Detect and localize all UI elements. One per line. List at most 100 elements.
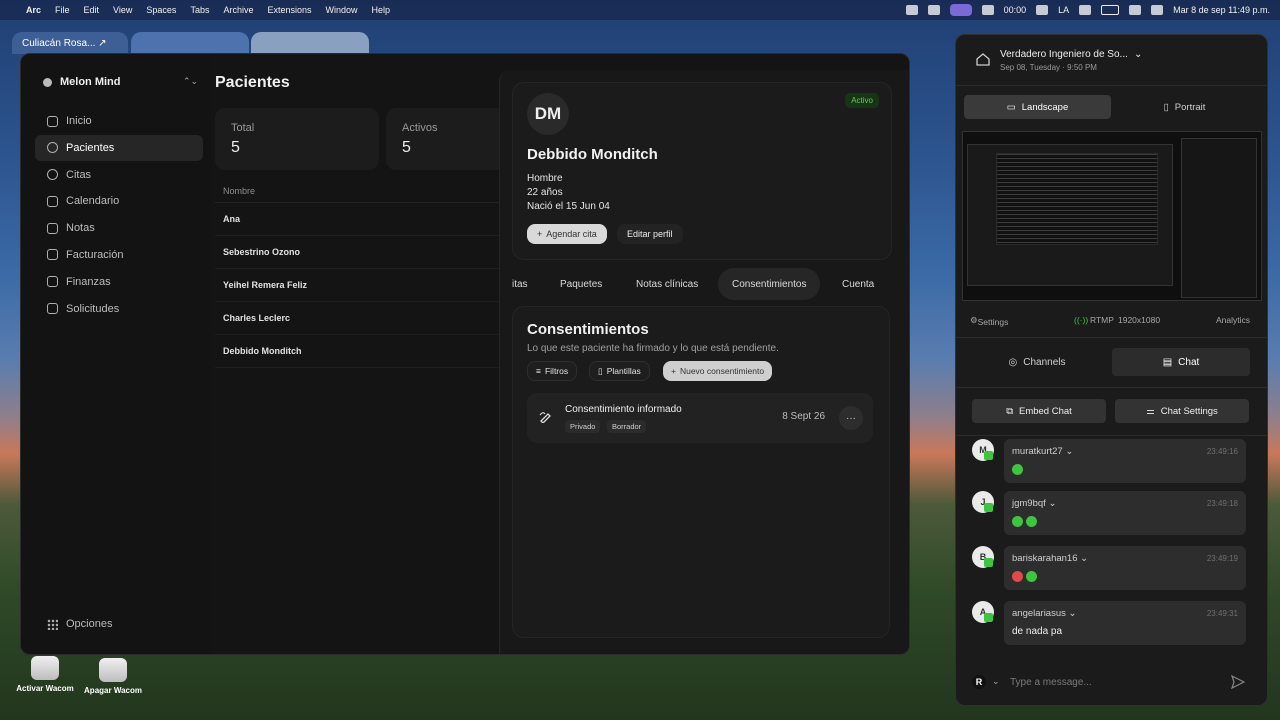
- options-button[interactable]: Opciones: [47, 618, 112, 630]
- settings-link[interactable]: ⚙ Settings: [970, 315, 1008, 327]
- twitch-badge-icon: [984, 503, 993, 512]
- patient-birthdate: Nació el 15 Jun 04: [527, 201, 610, 212]
- templates-label: Plantillas: [606, 366, 641, 376]
- filter-icon: ≡: [536, 366, 541, 376]
- chat-username[interactable]: muratkurt27 ⌄: [1012, 446, 1073, 457]
- new-consent-button[interactable]: + Nuevo consentimiento: [663, 361, 773, 381]
- edit-profile-button[interactable]: Editar perfil: [617, 224, 683, 244]
- filters-button[interactable]: ≡ Filtros: [527, 361, 578, 381]
- input-language[interactable]: LA: [1058, 5, 1069, 15]
- table-row[interactable]: Yeihel Remera Feliz: [215, 269, 505, 302]
- sidebar-item-facturacion[interactable]: Facturación: [35, 242, 203, 268]
- play-icon[interactable]: [1036, 5, 1049, 15]
- status-icon-1[interactable]: [905, 5, 918, 15]
- chat-message[interactable]: A angelariasus ⌄ 23:49:31 de nada pa: [972, 601, 1248, 647]
- chat-username[interactable]: angelariasus ⌄: [1012, 608, 1076, 619]
- sidebar-item-finanzas[interactable]: Finanzas: [35, 269, 203, 295]
- search-icon[interactable]: [1129, 5, 1142, 15]
- sidebar-item-label: Citas: [66, 168, 92, 181]
- template-icon: ▯: [598, 365, 603, 376]
- tab-citas[interactable]: itas: [512, 268, 528, 300]
- status-icon-2[interactable]: [927, 5, 940, 15]
- chat-message[interactable]: J jgm9bqf ⌄ 23:49:18: [972, 491, 1248, 537]
- screen-share-icon[interactable]: [949, 4, 972, 16]
- table-row[interactable]: Sebestrino Ozono: [215, 236, 505, 269]
- home-icon[interactable]: [976, 53, 990, 66]
- sidebar-item-label: Calendario: [66, 195, 120, 208]
- notes-icon: [47, 222, 58, 234]
- stat-label: Activos: [402, 122, 438, 134]
- consent-item[interactable]: Consentimiento informado Privado Borrado…: [527, 393, 873, 443]
- tab-consentimientos[interactable]: Consentimientos: [718, 268, 821, 300]
- chevron-updown-icon[interactable]: ⌃⌄: [183, 76, 198, 87]
- background-tab-image[interactable]: [251, 32, 369, 54]
- tab-paquetes[interactable]: Paquetes: [560, 268, 602, 300]
- chat-username[interactable]: jgm9bqf ⌄: [1012, 498, 1056, 509]
- monitor-icon: ▭: [1006, 101, 1016, 113]
- background-tab[interactable]: [131, 32, 249, 54]
- twitch-badge-icon: [984, 451, 993, 460]
- embed-chat-button[interactable]: ⧉ Embed Chat: [972, 399, 1106, 423]
- tab-chat[interactable]: ▤ Chat: [1112, 348, 1250, 376]
- divider: [956, 337, 1267, 338]
- chat-message[interactable]: B bariskarahan16 ⌄ 23:49:19: [972, 546, 1248, 592]
- table-row[interactable]: Ana: [215, 203, 505, 236]
- schedule-appointment-button[interactable]: + Agendar cita: [527, 224, 607, 244]
- tab-notas-clinicas[interactable]: Notas clínicas: [636, 268, 698, 300]
- new-consent-label: Nuevo consentimiento: [679, 366, 765, 376]
- table-row[interactable]: Charles Leclerc: [215, 302, 505, 335]
- sidebar-item-solicitudes[interactable]: Solicitudes: [35, 296, 203, 322]
- battery-icon[interactable]: [1101, 5, 1120, 15]
- menu-tabs[interactable]: Tabs: [190, 5, 209, 15]
- chat-text: de nada pa: [1012, 626, 1063, 637]
- menu-extensions[interactable]: Extensions: [267, 5, 311, 15]
- control-center-icon[interactable]: [1151, 5, 1164, 15]
- tab-channels[interactable]: ◎ Channels: [968, 348, 1106, 376]
- weather-widget[interactable]: Culiacán Rosa... ↗: [12, 32, 128, 54]
- menu-window[interactable]: Window: [326, 5, 358, 15]
- table-header-name[interactable]: Nombre: [215, 180, 505, 203]
- script-file-icon: [31, 656, 59, 680]
- stream-preview[interactable]: [962, 131, 1262, 301]
- sidebar-item-inicio[interactable]: Inicio: [35, 108, 203, 134]
- chat-message[interactable]: M muratkurt27 ⌄ 23:49:16: [972, 439, 1248, 485]
- table-row[interactable]: Debbido Monditch: [215, 335, 505, 368]
- calendar-icon: [47, 195, 58, 207]
- menu-view[interactable]: View: [113, 5, 132, 15]
- portrait-label: Portrait: [1174, 101, 1206, 113]
- send-icon[interactable]: [1231, 675, 1245, 689]
- tab-cuenta[interactable]: Cuenta: [842, 268, 874, 300]
- desktop-icon-apagar-wacom[interactable]: Apagar Wacom: [78, 658, 148, 695]
- menu-help[interactable]: Help: [372, 5, 391, 15]
- sidebar-item-pacientes[interactable]: Pacientes: [35, 134, 203, 161]
- sidebar-item-label: Pacientes: [66, 141, 115, 154]
- patient-name: Debbido Monditch: [527, 146, 658, 163]
- sidebar-item-notas[interactable]: Notas: [35, 215, 203, 241]
- chevron-down-icon[interactable]: ⌄: [1134, 49, 1142, 60]
- analytics-link[interactable]: Analytics: [1216, 315, 1250, 325]
- menu-app[interactable]: Arc: [26, 5, 41, 15]
- portrait-button[interactable]: ▯ Portrait: [1111, 95, 1258, 119]
- window-icon[interactable]: [981, 5, 994, 15]
- wifi-icon[interactable]: [1079, 5, 1092, 15]
- account-switcher[interactable]: R: [972, 675, 986, 689]
- timer-readout[interactable]: 00:00: [1004, 5, 1027, 15]
- workspace-switcher[interactable]: Melon Mind: [43, 76, 121, 88]
- sidebar-item-calendario[interactable]: Calendario: [35, 188, 203, 214]
- menu-file[interactable]: File: [55, 5, 70, 15]
- menu-spaces[interactable]: Spaces: [146, 5, 176, 15]
- chat-message-input[interactable]: Type a message...: [1010, 677, 1092, 688]
- landscape-button[interactable]: ▭ Landscape: [964, 95, 1111, 119]
- menu-edit[interactable]: Edit: [84, 5, 100, 15]
- menubar-clock[interactable]: Mar 8 de sep 11:49 p.m.: [1173, 5, 1270, 15]
- chat-settings-button[interactable]: ⚌ Chat Settings: [1115, 399, 1249, 423]
- menu-archive[interactable]: Archive: [223, 5, 253, 15]
- sidebar-item-citas[interactable]: Citas: [35, 162, 203, 188]
- templates-button[interactable]: ▯ Plantillas: [589, 361, 650, 381]
- stream-title[interactable]: Verdadero Ingeniero de So...: [1000, 49, 1128, 60]
- desktop-icon-activar-wacom[interactable]: Activar Wacom: [10, 656, 80, 693]
- chat-username[interactable]: bariskarahan16 ⌄: [1012, 553, 1088, 564]
- emote-icon: [1012, 464, 1023, 475]
- more-options-button[interactable]: ···: [839, 406, 863, 430]
- chevron-down-icon[interactable]: ⌄: [992, 676, 1000, 687]
